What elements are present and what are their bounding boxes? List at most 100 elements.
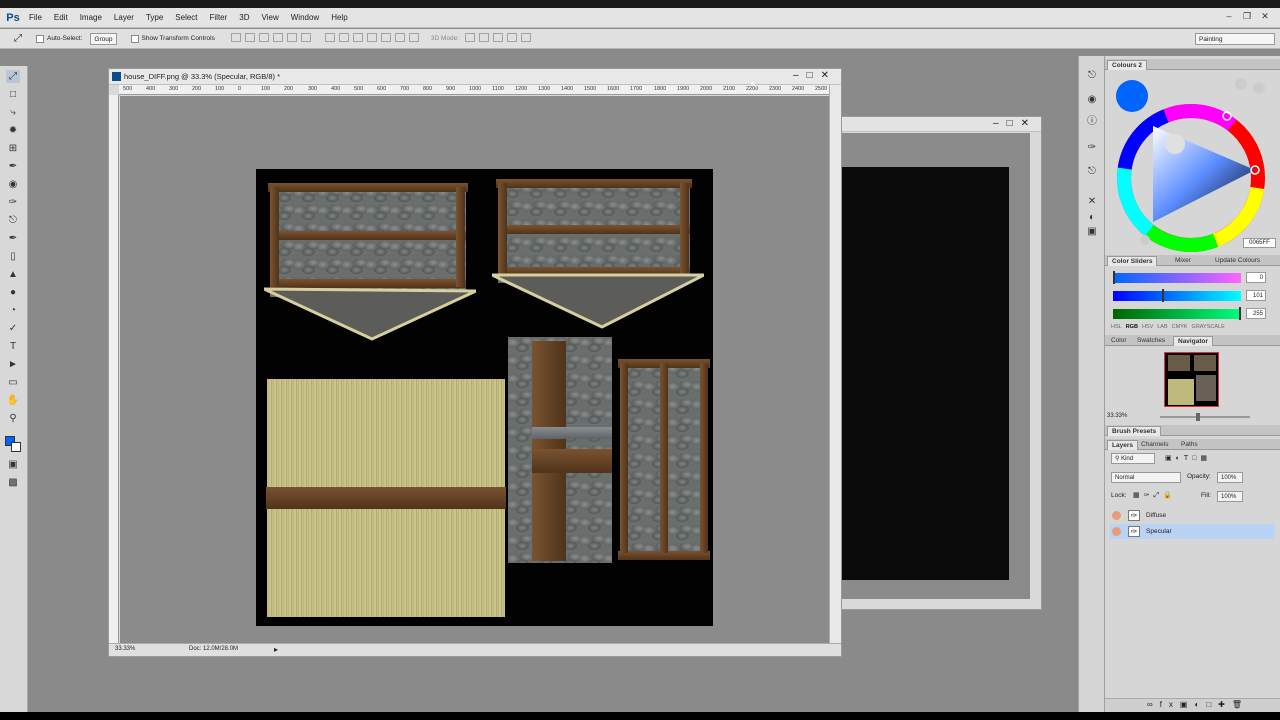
fill-field[interactable]: 100% [1217,491,1243,502]
slide-3d-icon[interactable] [507,33,518,42]
hand-tool-icon[interactable]: ✋ [6,394,20,407]
color-picker-icon[interactable]: ◉ [1086,94,1098,106]
rectangle-tool-icon[interactable]: ▭ [6,376,20,389]
menu-image[interactable]: Image [74,8,108,28]
history-brush-tool-icon[interactable]: ✒ [6,232,20,245]
clone-stamp-tool-icon[interactable]: ⎋ [6,214,20,227]
visibility-eye-icon[interactable] [1112,511,1121,520]
maximize-icon[interactable]: □ [1007,118,1013,129]
layer-kind-filter[interactable]: ⚲ Kind [1111,453,1155,464]
layer-filter-icons[interactable]: ▣◐T□▦ [1165,454,1211,462]
layer-row-diffuse[interactable]: ✑ Diffuse [1110,508,1275,523]
zoom-tool-icon[interactable]: ⚲ [6,412,20,425]
auto-align-icon[interactable] [408,33,419,42]
blend-mode-select[interactable]: Normal [1111,472,1181,483]
align-middle-icon[interactable] [244,33,255,42]
menu-file[interactable]: File [23,8,48,28]
tab-channels[interactable]: Channels [1137,440,1172,449]
distribute-bottom-icon[interactable] [352,33,363,42]
auto-select-checkbox[interactable]: Auto-Select: [36,34,82,43]
distribute-top-icon[interactable] [324,33,335,42]
align-bottom-icon[interactable] [258,33,269,42]
slider-b-thumb[interactable] [1239,307,1241,320]
menu-select[interactable]: Select [169,8,203,28]
crop-tool-icon[interactable]: ⊞ [6,142,20,155]
blur-tool-icon[interactable]: ● [6,286,20,299]
tab-color-sliders[interactable]: Color Sliders [1107,256,1158,266]
second-canvas-area[interactable] [842,133,1030,599]
quick-mask-icon[interactable]: ▣ [6,458,20,471]
align-left-icon[interactable] [272,33,283,42]
tab-mixer[interactable]: Mixer [1171,256,1195,265]
minimize-icon[interactable]: – [1222,10,1236,22]
tab-color[interactable]: Color [1107,336,1131,345]
scale-3d-icon[interactable] [521,33,532,42]
slider-g[interactable]: 101 [1113,289,1276,302]
dodge-tool-icon[interactable]: ◔ [6,304,20,317]
model-hsl[interactable]: HSL [1111,324,1122,330]
brush-settings-icon[interactable]: ✑ [1086,142,1098,154]
group-select[interactable]: Group [90,32,117,45]
type-tool-icon[interactable]: T [6,340,20,353]
menu-edit[interactable]: Edit [48,8,74,28]
status-menu-arrow-icon[interactable]: ▸ [274,645,278,654]
vertical-scrollbar[interactable] [829,85,841,644]
close-icon[interactable]: ✕ [1258,10,1272,22]
distribute-middle-icon[interactable] [338,33,349,42]
background-color-swatch[interactable] [11,442,21,452]
distribute-left-icon[interactable] [366,33,377,42]
show-transform-checkbox[interactable]: Show Transform Controls [130,34,215,43]
tab-navigator[interactable]: Navigator [1173,336,1213,346]
info-icon[interactable]: ⓘ [1086,116,1098,128]
hex-value-field[interactable]: 0065FF [1243,238,1276,248]
update-colours-button[interactable]: Update Colours [1211,256,1264,265]
adjustments-icon[interactable]: ◐ [1086,212,1098,224]
align-top-icon[interactable] [230,33,241,42]
pen-tool-icon[interactable]: ✓ [6,322,20,335]
menu-3d[interactable]: 3D [233,8,255,28]
clone-source-icon[interactable]: ⎋ [1086,166,1098,178]
model-grayscale[interactable]: GRAYSCALE [1192,324,1225,330]
path-select-tool-icon[interactable]: ► [6,358,20,371]
lock-icons[interactable]: ▦✑⤢🔒 [1133,491,1176,500]
model-hsv[interactable]: HSV [1142,324,1153,330]
minimize-icon[interactable]: – [793,70,799,81]
drag-3d-icon[interactable] [493,33,504,42]
history-icon[interactable]: ⎋ [1086,70,1098,82]
slider-r-value[interactable]: 0 [1246,272,1266,283]
tools-icon[interactable]: ✕ [1086,196,1098,208]
slider-b-value[interactable]: 255 [1246,308,1266,319]
navigator-zoom-handle[interactable] [1196,413,1200,421]
menu-help[interactable]: Help [325,8,353,28]
layer-row-specular[interactable]: ✑ Specular [1110,524,1275,539]
visibility-eye-icon[interactable] [1112,527,1121,536]
paint-bucket-tool-icon[interactable]: ▲ [6,268,20,281]
tab-swatches[interactable]: Swatches [1133,336,1169,345]
lasso-tool-icon[interactable]: ⤷ [6,106,20,119]
layer-action-icons[interactable]: ∞fx▣◐□✚🗑 [1147,700,1249,709]
tab-colours[interactable]: Colours 2 [1107,60,1147,70]
menu-type[interactable]: Type [140,8,169,28]
screen-mode-icon[interactable]: ▩ [6,476,20,489]
move-tool-icon[interactable]: ⤢ [14,33,22,44]
tab-paths[interactable]: Paths [1177,440,1202,449]
healing-brush-tool-icon[interactable]: ◉ [6,178,20,191]
minimize-icon[interactable]: – [993,118,999,129]
slider-b[interactable]: 255 [1113,307,1276,320]
document-title-bar[interactable]: house_DIFF.png @ 33.3% (Specular, RGB/8)… [109,69,841,85]
menu-layer[interactable]: Layer [108,8,140,28]
opacity-field[interactable]: 100% [1217,472,1243,483]
move-tool-icon[interactable]: ⤢ [6,70,20,83]
navigator-zoom[interactable]: 33.33% [1107,413,1127,419]
navigator-zoom-slider[interactable] [1160,416,1250,418]
model-cmyk[interactable]: CMYK [1172,324,1188,330]
align-right-icon[interactable] [300,33,311,42]
distribute-right-icon[interactable] [394,33,405,42]
menu-view[interactable]: View [256,8,285,28]
align-center-icon[interactable] [286,33,297,42]
navigator-thumbnail[interactable] [1164,352,1219,407]
model-rgb[interactable]: RGB [1126,324,1138,330]
slider-r-thumb[interactable] [1113,271,1115,284]
eraser-tool-icon[interactable]: ▯ [6,250,20,263]
colour-wheel[interactable] [1115,74,1275,254]
